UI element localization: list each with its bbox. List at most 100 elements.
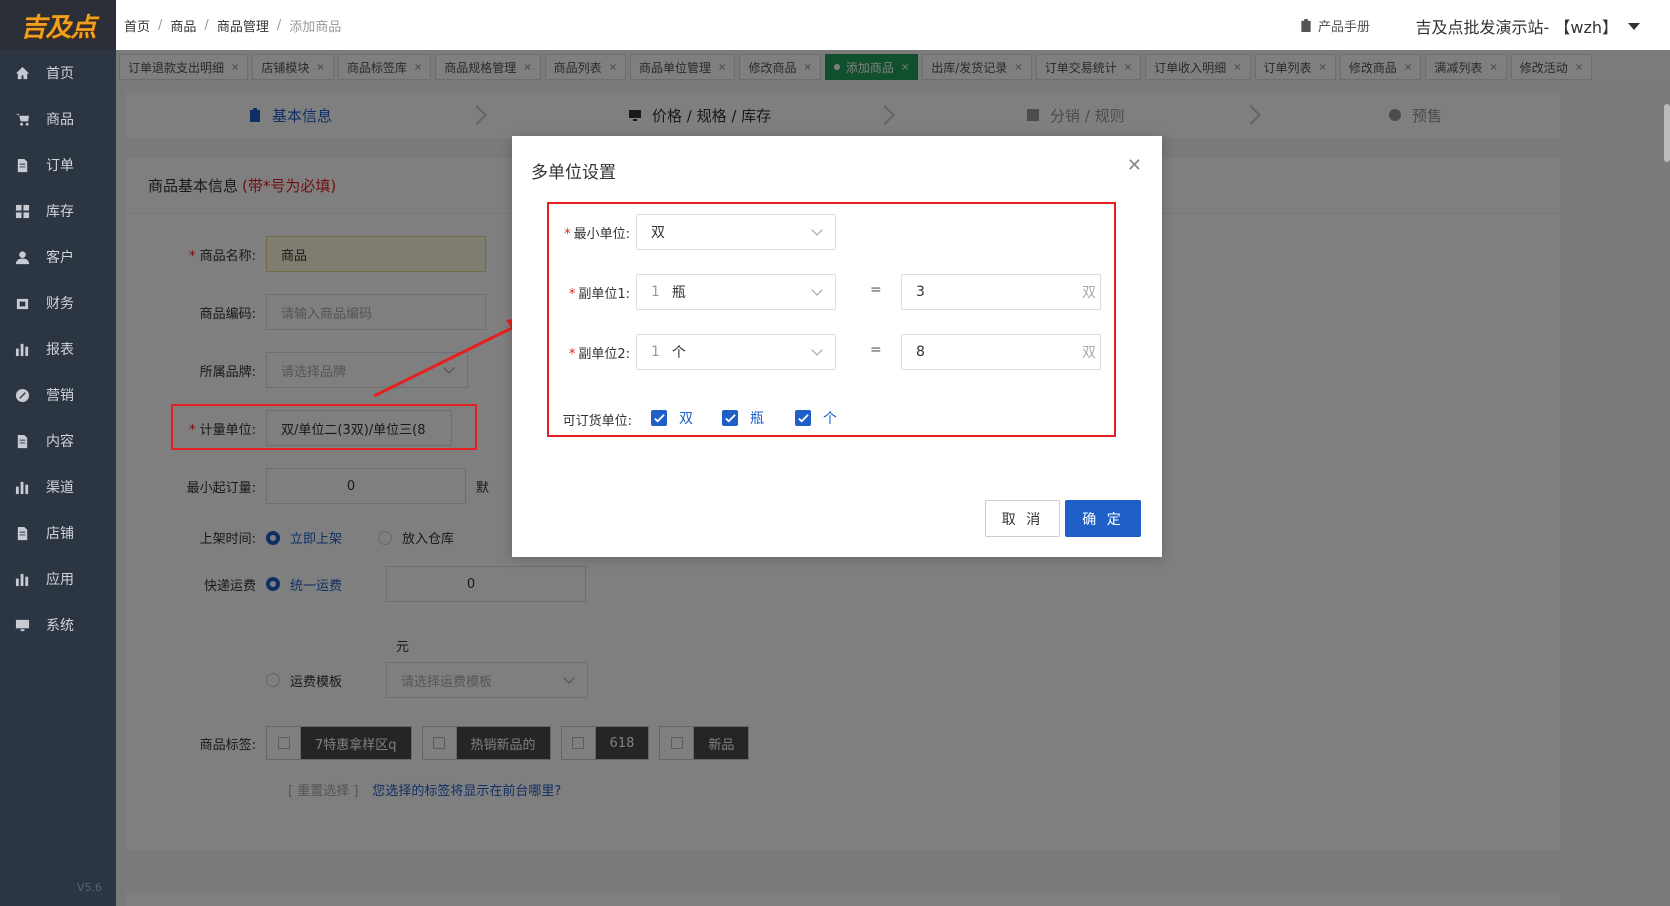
multi-unit-dialog: 多单位设置 ✕ * 最小单位: 双 * 副单位1: 1瓶 = 3双 * 副单位2: 1… bbox=[512, 136, 1162, 557]
store-switcher[interactable]: 吉及点批发演示站- 【wzh】 bbox=[1416, 14, 1640, 38]
input-suffix: 双 bbox=[1082, 285, 1096, 301]
manual-label: 产品手册 bbox=[1317, 20, 1370, 35]
sidebar-item-label: 客户 bbox=[46, 250, 74, 266]
sidebar-item-finance[interactable]: 财务 bbox=[0, 280, 116, 326]
user-icon bbox=[14, 249, 30, 265]
sidebar-item-label: 库存 bbox=[46, 204, 74, 220]
orderable-unit-checkbox[interactable]: 瓶 bbox=[722, 408, 764, 428]
sub-unit-1-label: * 副单位1: bbox=[552, 283, 630, 302]
select-value: 瓶 bbox=[671, 285, 686, 301]
dialog-title: 多单位设置 bbox=[531, 163, 616, 183]
required-star: * bbox=[568, 287, 576, 302]
home-icon bbox=[14, 65, 30, 81]
select-value: 个 bbox=[671, 345, 686, 361]
chevron-down-icon bbox=[811, 344, 823, 356]
sidebar-item-label: 营销 bbox=[46, 388, 74, 404]
min-unit-select[interactable]: 双 bbox=[636, 214, 836, 250]
sidebar-item-stock[interactable]: 库存 bbox=[0, 188, 116, 234]
equals-sign: = bbox=[870, 282, 882, 298]
wallet-icon bbox=[14, 295, 30, 311]
equals-sign: = bbox=[870, 342, 882, 358]
sidebar-item-label: 店铺 bbox=[46, 526, 74, 542]
sidebar-item-label: 首页 bbox=[46, 66, 74, 82]
doc-icon bbox=[14, 157, 30, 173]
sidebar-item-label: 报表 bbox=[46, 342, 74, 358]
clipboard-icon bbox=[1301, 19, 1311, 32]
manual-link[interactable]: 产品手册 bbox=[1300, 16, 1370, 35]
orderable-unit-checkbox[interactable]: 双 bbox=[651, 408, 693, 428]
percent-icon bbox=[14, 387, 30, 403]
unit-qty: 1 bbox=[651, 344, 660, 360]
scrollbar[interactable] bbox=[1664, 104, 1670, 162]
doc-icon bbox=[14, 525, 30, 541]
checkbox-label: 瓶 bbox=[750, 411, 764, 427]
chevron-down-icon bbox=[811, 284, 823, 296]
cancel-button[interactable]: 取 消 bbox=[985, 500, 1060, 537]
breadcrumb: 首页 / 商品 / 商品管理 / 添加商品 bbox=[124, 16, 341, 35]
checkbox-label: 个 bbox=[823, 411, 837, 427]
sidebar-item-reports[interactable]: 报表 bbox=[0, 326, 116, 372]
label-text: 副单位1: bbox=[578, 287, 630, 302]
sub-unit-1-select[interactable]: 1瓶 bbox=[636, 274, 836, 310]
unit-qty: 1 bbox=[651, 284, 660, 300]
caret-down-icon bbox=[1628, 22, 1640, 30]
input-suffix: 双 bbox=[1082, 345, 1096, 361]
sub-unit-2-label: * 副单位2: bbox=[552, 343, 630, 362]
breadcrumb-separator: / bbox=[204, 17, 209, 33]
sidebar-item-home[interactable]: 首页 bbox=[0, 50, 116, 96]
check-icon bbox=[651, 410, 667, 426]
top-bar: 首页 / 商品 / 商品管理 / 添加商品 产品手册 吉及点批发演示站- 【wzh】 bbox=[116, 0, 1670, 50]
confirm-button[interactable]: 确 定 bbox=[1065, 500, 1141, 537]
input-value: 8 bbox=[916, 344, 925, 360]
check-icon bbox=[795, 410, 811, 426]
sidebar-item-shop[interactable]: 店铺 bbox=[0, 510, 116, 556]
version-label: V5.6 bbox=[76, 881, 102, 894]
sidebar-item-system[interactable]: 系统 bbox=[0, 602, 116, 648]
sub-unit-2-select[interactable]: 1个 bbox=[636, 334, 836, 370]
cart-icon bbox=[14, 111, 30, 127]
breadcrumb-goods-manage[interactable]: 商品管理 bbox=[217, 16, 269, 35]
logo[interactable]: 吉及点 bbox=[0, 0, 116, 50]
sidebar-item-content[interactable]: 内容 bbox=[0, 418, 116, 464]
sub-unit-2-ratio-input[interactable]: 8双 bbox=[901, 334, 1101, 370]
bar-chart-icon bbox=[14, 479, 30, 495]
sidebar-item-orders[interactable]: 订单 bbox=[0, 142, 116, 188]
sidebar-item-apps[interactable]: 应用 bbox=[0, 556, 116, 602]
bar-chart-icon bbox=[14, 571, 30, 587]
grid-icon bbox=[14, 203, 30, 219]
logo-text: 吉及点 bbox=[20, 12, 96, 43]
breadcrumb-home[interactable]: 首页 bbox=[124, 16, 150, 35]
orderable-unit-checkbox[interactable]: 个 bbox=[795, 408, 837, 428]
sidebar-item-label: 应用 bbox=[46, 572, 74, 588]
input-value: 3 bbox=[916, 284, 925, 300]
doc-icon bbox=[14, 433, 30, 449]
sidebar-item-label: 财务 bbox=[46, 296, 74, 312]
checkbox-label: 双 bbox=[679, 411, 693, 427]
sidebar-item-label: 订单 bbox=[46, 158, 74, 174]
required-star: * bbox=[568, 347, 576, 362]
sidebar-item-label: 商品 bbox=[46, 112, 74, 128]
sidebar-item-label: 系统 bbox=[46, 618, 74, 634]
sidebar-item-label: 渠道 bbox=[46, 480, 74, 496]
close-icon[interactable]: ✕ bbox=[1127, 155, 1142, 176]
breadcrumb-goods[interactable]: 商品 bbox=[170, 16, 196, 35]
min-unit-label: * 最小单位: bbox=[552, 223, 630, 242]
select-value: 双 bbox=[651, 225, 665, 241]
chevron-down-icon bbox=[811, 224, 823, 236]
label-text: 最小单位: bbox=[573, 227, 630, 242]
sidebar-item-channels[interactable]: 渠道 bbox=[0, 464, 116, 510]
breadcrumb-current: 添加商品 bbox=[289, 19, 342, 35]
bar-chart-icon bbox=[14, 341, 30, 357]
monitor-icon bbox=[14, 617, 30, 633]
sub-unit-1-ratio-input[interactable]: 3双 bbox=[901, 274, 1101, 310]
breadcrumb-separator: / bbox=[158, 17, 163, 33]
unit-highlight-box bbox=[171, 404, 477, 450]
sidebar-item-marketing[interactable]: 营销 bbox=[0, 372, 116, 418]
required-star: * bbox=[564, 227, 571, 242]
sidebar-item-customers[interactable]: 客户 bbox=[0, 234, 116, 280]
sidebar-item-goods[interactable]: 商品 bbox=[0, 96, 116, 142]
sidebar: 吉及点 首页 商品 订单 库存 客户 财务 报表 营销 内容 渠道 店铺 应用 … bbox=[0, 0, 116, 906]
sidebar-item-label: 内容 bbox=[46, 434, 74, 450]
breadcrumb-separator: / bbox=[276, 17, 282, 33]
label-text: 副单位2: bbox=[578, 347, 630, 362]
